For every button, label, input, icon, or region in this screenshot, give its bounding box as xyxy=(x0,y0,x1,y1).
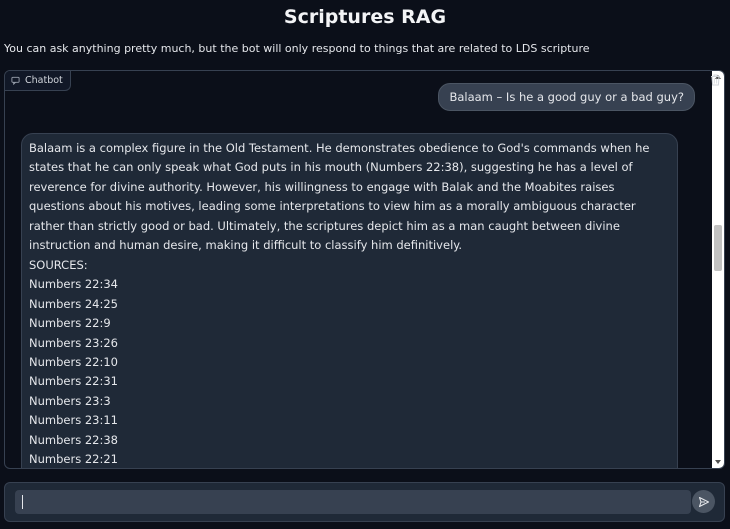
source-item: Numbers 23:26 xyxy=(29,335,118,350)
page-title: Scriptures RAG xyxy=(283,6,447,28)
app-page: Scriptures RAG You can ask anything pret… xyxy=(0,0,730,529)
send-icon xyxy=(698,496,709,507)
source-item: Numbers 22:31 xyxy=(29,374,118,389)
chat-scrollbar[interactable] xyxy=(712,71,724,468)
source-item: Numbers 23:11 xyxy=(29,413,118,428)
source-item: Numbers 22:34 xyxy=(29,277,118,292)
chat-icon xyxy=(11,76,20,85)
clear-chat-button[interactable] xyxy=(709,73,721,86)
bot-message: Balaam is a complex figure in the Old Te… xyxy=(21,133,678,468)
source-item: Numbers 22:10 xyxy=(29,354,118,369)
source-item: Numbers 24:25 xyxy=(29,296,118,311)
chatbot-panel: Chatbot Balaam – Is he a good guy or a b… xyxy=(4,70,725,469)
message-input[interactable] xyxy=(15,490,691,514)
message-input-panel xyxy=(4,482,725,522)
chatbot-label: Chatbot xyxy=(5,71,71,91)
page-description: You can ask anything pretty much, but th… xyxy=(4,42,590,55)
text-caret xyxy=(22,495,23,509)
scroll-down-arrow-icon[interactable] xyxy=(715,460,721,464)
source-item: Numbers 23:3 xyxy=(29,393,111,408)
source-item: Numbers 22:38 xyxy=(29,432,118,447)
chatbot-label-text: Chatbot xyxy=(25,75,63,86)
source-item: Numbers 22:21 xyxy=(29,452,118,467)
bot-message-text: Balaam is a complex figure in the Old Te… xyxy=(29,141,650,253)
trash-icon xyxy=(710,74,720,85)
sources-heading: SOURCES: xyxy=(29,257,88,272)
scrollbar-thumb[interactable] xyxy=(714,225,722,271)
source-item: Numbers 22:9 xyxy=(29,316,111,331)
user-message: Balaam – Is he a good guy or a bad guy? xyxy=(438,83,695,111)
send-button[interactable] xyxy=(692,490,715,513)
